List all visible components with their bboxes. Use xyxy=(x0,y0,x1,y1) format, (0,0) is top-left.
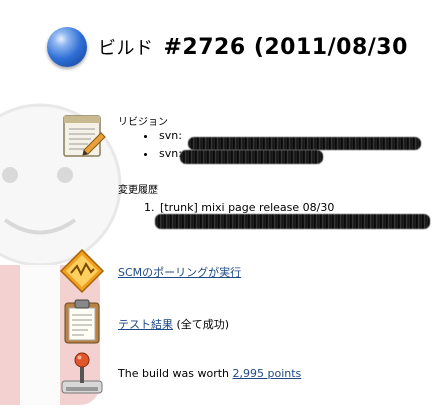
revision-label: svn: xyxy=(159,129,182,142)
revision-label: svn: xyxy=(159,147,182,160)
test-result-link[interactable]: テスト結果 xyxy=(118,318,173,331)
test-result-row: テスト結果 (全て成功) xyxy=(118,316,229,332)
redacted-scribble xyxy=(155,214,430,229)
changes-heading: 変更履歴 xyxy=(118,185,158,196)
build-points-link[interactable]: 2,995 points xyxy=(233,367,302,380)
revision-heading: リビジョン xyxy=(118,117,168,128)
page-title: ビルド #2726 (2011/08/30 xyxy=(98,34,408,60)
redacted-scribble xyxy=(180,150,323,164)
page-title-prefix: ビルド xyxy=(98,38,154,59)
redacted-scribble xyxy=(188,137,421,150)
changes-list: [trunk] mixi page release 08/30 xyxy=(140,201,334,214)
revision-item: svn: xyxy=(157,147,182,161)
scm-polling-row: SCMのポーリングが実行 xyxy=(118,264,241,280)
change-item: [trunk] mixi page release 08/30 xyxy=(158,201,334,214)
joystick-icon xyxy=(61,352,103,394)
build-number-date: #2726 (2011/08/30 xyxy=(163,35,408,60)
clipboard-icon xyxy=(64,299,100,344)
blue-ball-success-icon xyxy=(47,27,87,67)
test-result-status: (全て成功) xyxy=(176,318,230,331)
build-worth-text: The build was worth xyxy=(118,367,229,380)
page-title-row: ビルド #2726 (2011/08/30 xyxy=(47,24,408,70)
scm-polling-icon xyxy=(59,248,105,294)
revision-list: svn: svn: xyxy=(145,129,182,165)
scm-polling-link[interactable]: SCMのポーリングが実行 xyxy=(118,266,241,279)
change-message: [trunk] mixi page release 08/30 xyxy=(160,201,335,214)
notepad-icon xyxy=(63,115,106,157)
build-worth-row: The build was worth 2,995 points xyxy=(118,367,301,380)
revision-item: svn: xyxy=(157,129,182,143)
